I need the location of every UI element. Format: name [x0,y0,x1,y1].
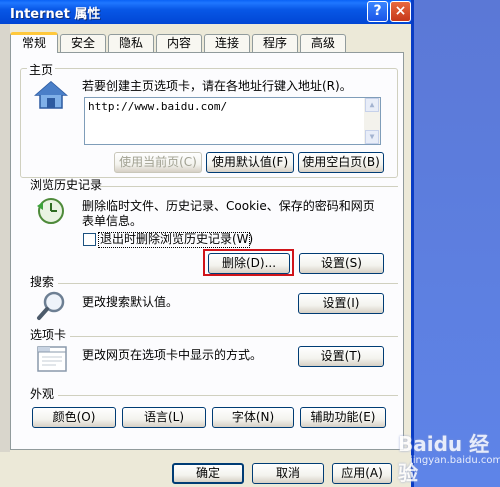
history-description-line1: 删除临时文件、历史记录、Cookie、保存的密码和网页 [82,199,375,213]
delete-on-exit-label[interactable]: 退出时删除浏览历史记录(W) [100,232,253,247]
cancel-button[interactable]: 取消 [252,463,324,484]
use-blank-button[interactable]: 使用空白页(B) [298,152,384,173]
scroll-down-icon[interactable]: ▼ [365,130,379,144]
tab-programs[interactable]: 程序 [252,34,298,52]
use-current-button[interactable]: 使用当前页(C) [114,152,202,173]
history-label: 浏览历史记录 [30,178,103,192]
home-page-url-textarea[interactable]: http://www.baidu.com/ ▲ ▼ [84,97,381,145]
appearance-label: 外观 [30,387,55,401]
home-page-url-value: http://www.baidu.com/ [88,100,228,113]
ok-button[interactable]: 确定 [172,463,244,484]
tabbed-window-icon [37,346,67,372]
home-page-label: 主页 [27,61,56,78]
tab-content[interactable]: 内容 [156,34,202,52]
house-icon [34,81,68,109]
colors-button[interactable]: 颜色(O) [32,407,116,428]
search-divider [58,283,398,284]
tabs-divider [70,336,398,337]
tab-advanced[interactable]: 高级 [300,34,346,52]
use-default-button[interactable]: 使用默认值(F) [206,152,294,173]
history-divider [100,186,398,187]
history-clock-icon [37,198,64,224]
delete-on-exit-checkbox[interactable] [83,233,96,246]
textarea-scrollbar[interactable]: ▲ ▼ [364,98,380,144]
search-settings-button[interactable]: 设置(I) [298,293,384,314]
tabs-section-description: 更改网页在选项卡中显示的方式。 [82,348,263,362]
magnifier-icon [37,291,65,320]
tabs-settings-button[interactable]: 设置(T) [298,346,384,367]
languages-button[interactable]: 语言(L) [122,407,206,428]
history-settings-button[interactable]: 设置(S) [299,253,384,274]
appearance-divider [58,395,398,396]
history-description-line2: 表单信息。 [82,214,143,228]
delete-history-button[interactable]: 删除(D)... [208,253,290,274]
tabs-section-label: 选项卡 [30,328,67,342]
tab-general[interactable]: 常规 [10,32,58,53]
apply-button[interactable]: 应用(A) [332,463,392,484]
window-title: Internet 属性 [10,7,101,22]
background-window-edge [0,0,10,487]
help-button[interactable]: ? [367,1,388,22]
tab-privacy[interactable]: 隐私 [108,34,154,52]
internet-properties-dialog: Internet 属性 ? × 常规 安全 隐私 内容 连接 程序 高级 主页 … [0,0,414,487]
baidu-watermark-url: jingyan.baidu.com [410,455,500,466]
close-button[interactable]: × [390,1,411,22]
accessibility-button[interactable]: 辅助功能(E) [300,407,386,428]
desktop-background [410,0,500,487]
dialog-footer: 确定 取消 应用(A) [0,452,411,487]
scroll-up-icon[interactable]: ▲ [365,98,379,112]
tab-connections[interactable]: 连接 [204,34,250,52]
search-description: 更改搜索默认值。 [82,295,179,309]
tab-security[interactable]: 安全 [60,34,106,52]
fonts-button[interactable]: 字体(N) [212,407,294,428]
home-page-description: 若要创建主页选项卡，请在各地址行键入地址(R)。 [82,79,352,93]
title-bar[interactable]: Internet 属性 ? × [0,0,411,24]
search-label: 搜索 [30,275,55,289]
